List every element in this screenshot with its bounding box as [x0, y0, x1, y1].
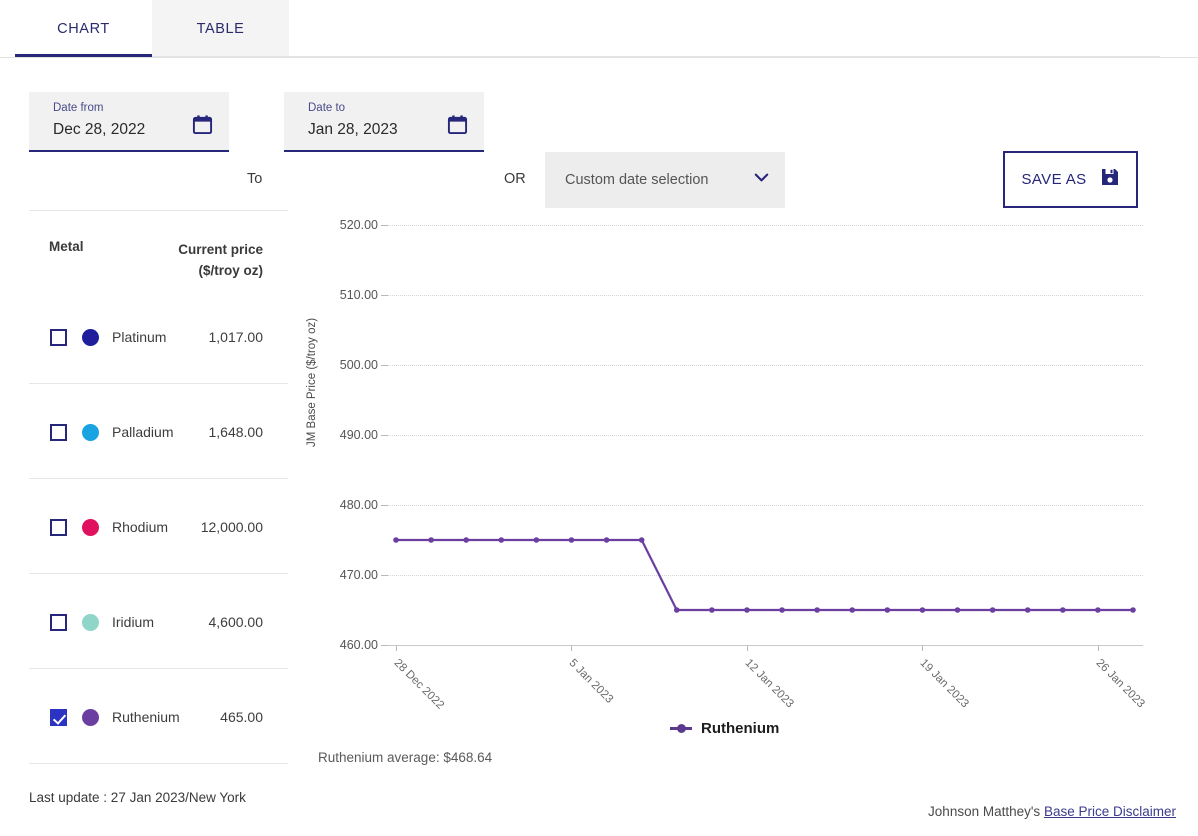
metal-row-ruthenium[interactable]: Ruthenium 465.00	[29, 669, 288, 763]
tab-chart[interactable]: CHART	[15, 0, 152, 57]
metal-name: Ruthenium	[112, 709, 180, 726]
average-text: Ruthenium average: $468.64	[318, 750, 492, 765]
date-mode-separator: OR	[504, 171, 526, 187]
y-tick-label: 520.00	[310, 218, 378, 232]
chevron-down-icon	[752, 168, 771, 192]
base-price-disclaimer-link[interactable]: Base Price Disclaimer	[1044, 804, 1176, 819]
calendar-icon[interactable]	[192, 114, 213, 140]
metals-table: Metal Current price ($/troy oz) Platinum…	[29, 210, 288, 764]
divider	[29, 763, 288, 764]
x-tick	[396, 645, 397, 651]
metal-price: 4,600.00	[209, 614, 264, 631]
x-tick	[571, 645, 572, 651]
save-as-label: SAVE AS	[1021, 171, 1086, 188]
x-tick-label: 26 Jan 2023	[1093, 657, 1146, 710]
metals-row-container: Platinum 1,017.00 Palladium 1,648.00 Rhodium…	[29, 289, 288, 764]
metal-checkbox-rhodium[interactable]	[50, 519, 67, 536]
metal-color-dot-ruthenium	[82, 709, 99, 726]
y-tick	[381, 225, 388, 226]
column-header-price: Current price ($/troy oz)	[178, 239, 263, 281]
metal-name: Rhodium	[112, 519, 168, 536]
tab-table[interactable]: TABLE	[152, 0, 289, 57]
y-tick-label: 480.00	[310, 498, 378, 512]
legend-marker-ruthenium	[670, 727, 692, 730]
disclaimer-prefix: Johnson Matthey's	[928, 804, 1040, 819]
y-tick-label: 500.00	[310, 358, 378, 372]
metal-row-platinum[interactable]: Platinum 1,017.00	[29, 289, 288, 383]
metal-price: 1,017.00	[209, 329, 264, 346]
disclaimer-footer: Johnson Matthey's Base Price Disclaimer	[928, 804, 1176, 819]
legend-label-ruthenium: Ruthenium	[701, 720, 779, 737]
metal-color-dot-iridium	[82, 614, 99, 631]
metal-name: Platinum	[112, 329, 166, 346]
y-tick	[381, 645, 388, 646]
x-tick-label: 12 Jan 2023	[742, 657, 795, 710]
x-tick-label: 19 Jan 2023	[918, 657, 971, 710]
date-from-label: Date from	[53, 101, 217, 115]
calendar-icon[interactable]	[447, 114, 468, 140]
tab-table-label: TABLE	[197, 21, 245, 37]
y-tick	[381, 295, 388, 296]
custom-date-selection-value: Custom date selection	[565, 172, 752, 188]
metal-color-dot-platinum	[82, 329, 99, 346]
metal-checkbox-iridium[interactable]	[50, 614, 67, 631]
save-floppy-icon	[1100, 167, 1120, 192]
metal-price: 12,000.00	[201, 519, 263, 536]
metal-name: Palladium	[112, 424, 173, 441]
tab-active-indicator	[15, 54, 152, 57]
metal-checkbox-palladium[interactable]	[50, 424, 67, 441]
x-tick	[1098, 645, 1099, 651]
price-chart: JM Base Price ($/troy oz) 520.00510.0050…	[310, 225, 1170, 745]
y-tick-label: 490.00	[310, 428, 378, 442]
x-tick	[747, 645, 748, 651]
column-header-price-line1: Current price	[178, 239, 263, 260]
y-tick-label: 510.00	[310, 288, 378, 302]
date-to-label: Date to	[308, 101, 472, 115]
y-tick	[381, 435, 388, 436]
metal-checkbox-platinum[interactable]	[50, 329, 67, 346]
metals-table-header: Metal Current price ($/troy oz)	[29, 211, 288, 289]
date-from-field[interactable]: Date from Dec 28, 2022	[29, 92, 229, 152]
metal-row-palladium[interactable]: Palladium 1,648.00	[29, 384, 288, 478]
date-to-field[interactable]: Date to Jan 28, 2023	[284, 92, 484, 152]
metal-color-dot-rhodium	[82, 519, 99, 536]
metal-checkbox-ruthenium[interactable]	[50, 709, 67, 726]
x-tick-label: 28 Dec 2022	[392, 657, 447, 712]
metal-row-rhodium[interactable]: Rhodium 12,000.00	[29, 479, 288, 573]
y-tick-label: 470.00	[310, 568, 378, 582]
custom-date-selection-dropdown[interactable]: Custom date selection	[545, 152, 785, 208]
metal-name: Iridium	[112, 614, 154, 631]
y-tick	[381, 505, 388, 506]
save-as-button[interactable]: SAVE AS	[1003, 151, 1138, 208]
series-ruthenium	[388, 225, 1143, 645]
x-tick-label: 5 Jan 2023	[567, 657, 616, 706]
x-axis-line	[388, 645, 1143, 646]
y-tick-label: 460.00	[310, 638, 378, 652]
metal-price: 1,648.00	[209, 424, 264, 441]
metal-color-dot-palladium	[82, 424, 99, 441]
date-range-separator: To	[247, 171, 262, 187]
column-header-metal: Metal	[49, 239, 84, 254]
y-tick	[381, 575, 388, 576]
chart-legend[interactable]: Ruthenium	[670, 720, 779, 737]
tab-chart-label: CHART	[57, 21, 110, 37]
tab-baseline	[15, 56, 1160, 57]
metal-row-iridium[interactable]: Iridium 4,600.00	[29, 574, 288, 668]
tab-bar: CHART TABLE	[0, 0, 1198, 58]
plot-area	[388, 225, 1143, 645]
date-controls: Date from Dec 28, 2022 To Date to Jan 28…	[0, 58, 1198, 168]
column-header-price-line2: ($/troy oz)	[178, 260, 263, 281]
x-tick	[922, 645, 923, 651]
y-tick	[381, 365, 388, 366]
last-update-text: Last update : 27 Jan 2023/New York	[29, 790, 246, 805]
metal-price: 465.00	[220, 709, 263, 726]
